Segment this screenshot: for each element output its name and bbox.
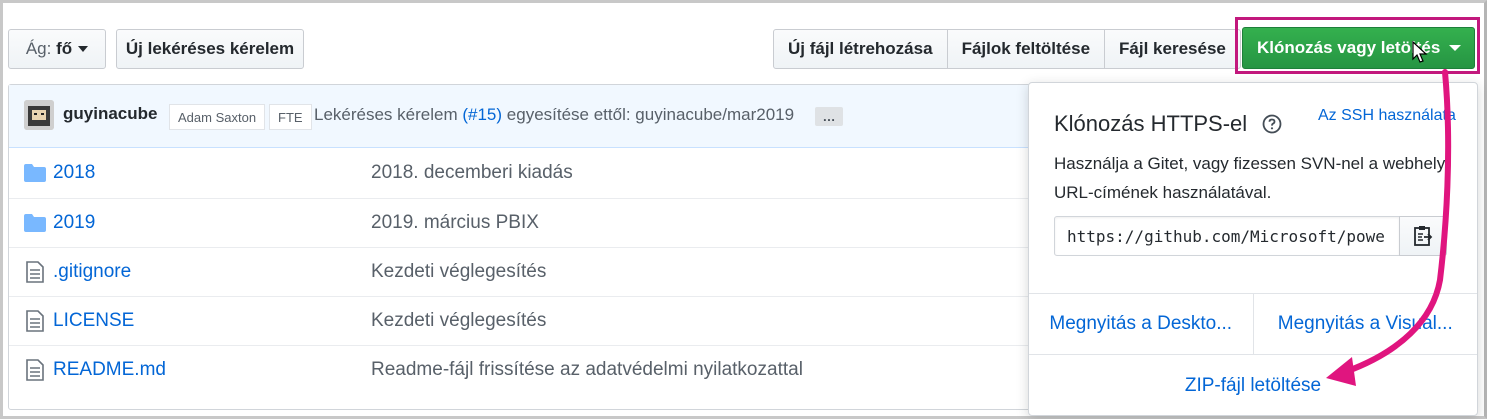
download-zip-link[interactable]: ZIP-fájl letöltése: [1029, 355, 1477, 417]
file-actions-group: Új fájl létrehozása Fájlok feltöltése Fá…: [773, 29, 1241, 69]
file-commit-message[interactable]: Readme-fájl frissítése az adatvédelmi ny…: [371, 359, 803, 381]
commit-message-prefix: Lekéréses kérelem: [314, 105, 458, 124]
open-in-app-row: Megnyitás a Deskto... Megnyitás a Visual…: [1029, 293, 1477, 355]
expand-commit-button[interactable]: …: [815, 107, 843, 126]
help-icon[interactable]: [1262, 114, 1282, 134]
clipboard-icon: [1414, 226, 1433, 246]
file-name-link[interactable]: README.md: [53, 359, 166, 381]
branch-name: fő: [56, 39, 73, 58]
mouse-cursor-icon: [1412, 41, 1428, 63]
copy-url-button[interactable]: [1399, 216, 1447, 256]
file-icon: [26, 359, 44, 381]
chevron-down-icon: [78, 46, 89, 52]
clone-dropdown-panel: Klónozás HTTPS-el Az SSH használata Hasz…: [1028, 82, 1478, 416]
file-commit-message[interactable]: 2018. decemberi kiadás: [371, 162, 573, 184]
folder-icon: [24, 214, 46, 232]
folder-icon: [24, 164, 46, 182]
clone-download-button[interactable]: Klónozás vagy letöltés: [1242, 27, 1475, 69]
chevron-down-icon: [1449, 45, 1461, 51]
author-tag-fte: FTE: [269, 104, 312, 130]
avatar[interactable]: [24, 100, 54, 130]
branch-prefix: Ág:: [25, 39, 52, 58]
commit-author-link[interactable]: guyinacube: [63, 104, 157, 124]
clone-url-field[interactable]: [1054, 216, 1400, 256]
create-file-button[interactable]: Új fájl létrehozása: [773, 29, 948, 69]
find-file-button[interactable]: Fájl keresése: [1104, 29, 1241, 69]
pull-request-link[interactable]: (#15): [462, 105, 502, 124]
branch-selector[interactable]: Ág: fő: [8, 29, 106, 69]
file-name-link[interactable]: .gitignore: [53, 261, 131, 283]
file-commit-message[interactable]: Kezdeti véglegesítés: [371, 261, 546, 283]
open-in-visual-studio-link[interactable]: Megnyitás a Visual...: [1254, 294, 1478, 354]
file-icon: [26, 310, 44, 332]
use-ssh-link[interactable]: Az SSH használata: [1318, 107, 1456, 125]
commit-message-suffix: egyesítése ettől: guyinacube/mar2019: [506, 105, 795, 124]
author-tag-name: Adam Saxton: [169, 104, 266, 130]
file-name-link[interactable]: 2018: [53, 162, 95, 184]
file-name-link[interactable]: LICENSE: [53, 310, 134, 332]
clone-panel-description: Használja a Gitet, vagy fizessen SVN-nel…: [1054, 154, 1446, 202]
upload-files-button[interactable]: Fájlok feltöltése: [946, 29, 1106, 69]
open-in-desktop-link[interactable]: Megnyitás a Deskto...: [1029, 294, 1254, 354]
clone-panel-title: Klónozás HTTPS-el: [1054, 111, 1248, 136]
file-name-link[interactable]: 2019: [53, 212, 95, 234]
new-pull-request-button[interactable]: Új lekéréses kérelem: [116, 29, 304, 69]
commit-message: Lekéréses kérelem (#15) egyesítése ettől…: [314, 105, 794, 125]
file-commit-message[interactable]: 2019. március PBIX: [371, 212, 539, 234]
file-commit-message[interactable]: Kezdeti véglegesítés: [371, 310, 546, 332]
file-icon: [26, 261, 44, 283]
